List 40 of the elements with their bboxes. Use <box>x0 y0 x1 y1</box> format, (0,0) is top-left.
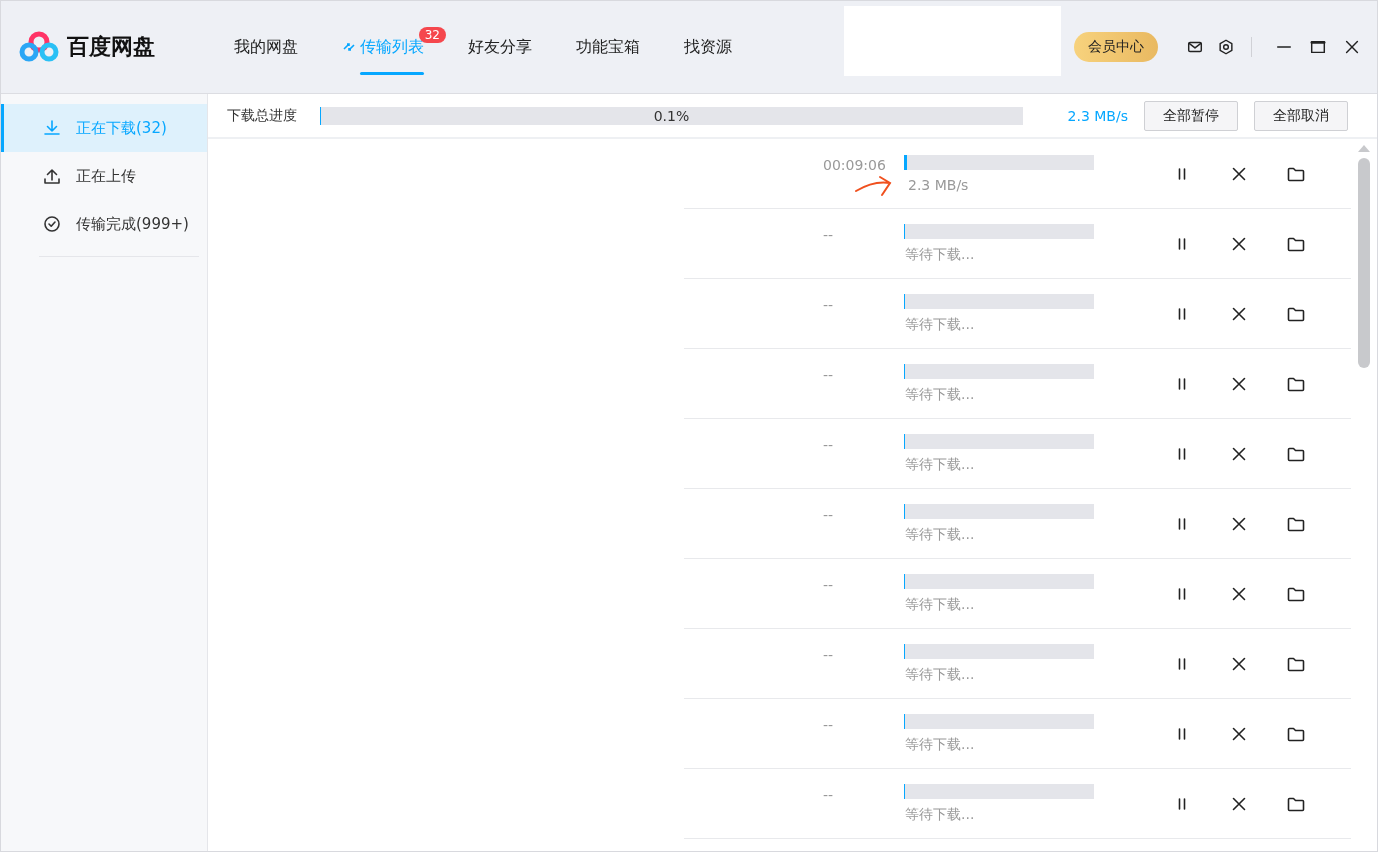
download-status: 等待下载... <box>904 385 975 404</box>
download-status: 2.3 MB/s <box>907 176 969 193</box>
remaining-time: -- <box>822 367 835 383</box>
nav-tab[interactable]: 找资源 <box>684 1 732 94</box>
nav-tab[interactable]: 好友分享 <box>468 1 532 94</box>
remaining-time: -- <box>822 297 835 313</box>
check-circle-icon <box>42 214 62 234</box>
remaining-time: -- <box>822 507 835 523</box>
cloud-logo-icon <box>19 31 59 63</box>
transfer-arrows-icon <box>342 40 356 54</box>
download-status: 等待下载... <box>904 595 975 614</box>
download-speed: 2.3 MB/s <box>1067 107 1128 124</box>
download-status: 等待下载... <box>904 525 975 544</box>
download-icon <box>42 118 62 138</box>
download-status: 等待下载... <box>904 315 975 334</box>
download-status: 等待下载... <box>904 245 975 264</box>
nav-tab[interactable]: 我的网盘 <box>234 1 298 94</box>
remaining-time: -- <box>822 227 835 243</box>
nav-tab[interactable]: 功能宝箱 <box>576 1 640 94</box>
remaining-time: -- <box>822 437 835 453</box>
sidebar-item[interactable]: 正在上传 <box>1 152 207 200</box>
upload-icon <box>42 166 62 186</box>
download-status: 等待下载... <box>904 455 975 474</box>
download-status: 等待下载... <box>904 805 975 824</box>
remaining-time: 00:09:06 <box>822 157 887 173</box>
arrow-annotation <box>854 174 894 199</box>
vip-button[interactable]: 会员中心 <box>1074 32 1158 62</box>
remaining-time: -- <box>822 717 835 733</box>
total-progress-label: 下载总进度 <box>227 106 298 125</box>
remaining-time: -- <box>822 787 835 803</box>
scrollbar-thumb[interactable] <box>1358 158 1370 368</box>
app-name: 百度网盘 <box>67 33 155 61</box>
action-button[interactable]: 全部取消 <box>1254 100 1348 131</box>
download-status: 等待下载... <box>904 735 975 754</box>
download-status: 等待下载... <box>904 665 975 684</box>
sidebar-item[interactable]: 传输完成(999+) <box>1 200 207 248</box>
action-button[interactable]: 全部暂停 <box>1144 100 1238 131</box>
remaining-time: -- <box>822 647 835 663</box>
remaining-time: -- <box>822 577 835 593</box>
total-progress-bar: 0.1% <box>320 106 1023 125</box>
